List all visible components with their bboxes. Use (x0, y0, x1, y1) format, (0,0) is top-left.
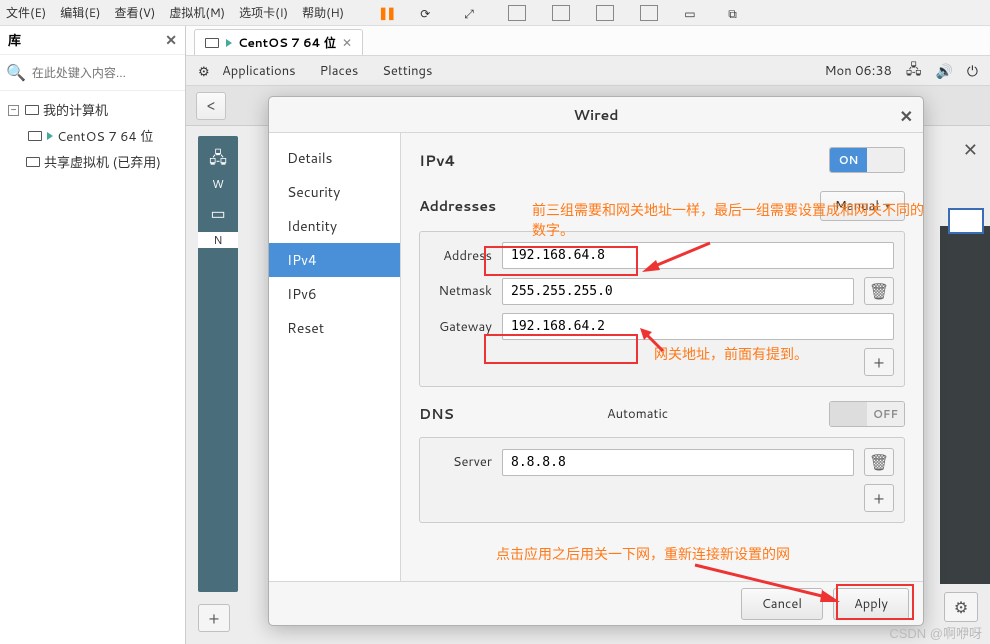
computer-icon (25, 105, 39, 115)
toolbar-icon[interactable]: ⧉ (728, 5, 746, 21)
ipv4-toggle[interactable]: ON (829, 147, 905, 173)
tree-shared[interactable]: 共享虚拟机 (已弃用) (4, 149, 181, 175)
gear-button[interactable]: ⚙ (944, 592, 978, 622)
selection-box (948, 208, 984, 234)
dns-server-input[interactable] (502, 449, 854, 476)
network-category[interactable]: 🖧 W ▭ N (198, 136, 238, 592)
sidebar-item-security[interactable]: Security (269, 175, 400, 209)
addresses-heading: Addresses (419, 196, 496, 216)
close-icon[interactable]: ✕ (165, 30, 177, 50)
ipv4-heading: IPv4 (419, 150, 456, 171)
add-dns-button[interactable]: + (864, 484, 894, 512)
menu-help[interactable]: 帮助(H) (302, 4, 344, 21)
shared-icon (26, 157, 40, 167)
host-menu-bar: 文件(E) 编辑(E) 查看(V) 虚拟机(M) 选项卡(I) 帮助(H) ❚❚… (0, 0, 990, 26)
sidebar-title: 库 (8, 30, 21, 50)
toolbar-icon[interactable] (596, 5, 614, 21)
tree-root[interactable]: − 我的计算机 (4, 97, 181, 123)
gateway-label: Gateway (430, 318, 492, 336)
address-mode-dropdown[interactable]: Manual (820, 191, 905, 221)
net-icon: ▭ (206, 202, 230, 222)
vm-tab-bar: CentOS 7 64 位 ✕ (186, 26, 990, 56)
server-label: Server (430, 453, 492, 471)
address-label: Address (430, 247, 492, 265)
settings-app-icon: ⚙ (198, 63, 214, 79)
sidebar-item-ipv6[interactable]: IPv6 (269, 277, 400, 311)
back-button[interactable]: < (196, 92, 226, 120)
dialog-footer: Cancel Apply (269, 581, 923, 625)
close-icon[interactable]: ✕ (963, 136, 978, 162)
vm-tab[interactable]: CentOS 7 64 位 ✕ (194, 29, 363, 55)
dialog-sidebar: Details Security Identity IPv4 IPv6 Rese… (269, 133, 401, 581)
menu-edit[interactable]: 编辑(E) (60, 4, 100, 21)
dialog-content: IPv4 ON Addresses Manual Address Netmask (401, 133, 923, 581)
search-input[interactable] (32, 64, 162, 81)
running-icon (226, 39, 232, 47)
add-address-button[interactable]: + (864, 348, 894, 376)
volume-icon[interactable]: 🔊 (935, 61, 952, 81)
dialog-titlebar: Wired ✕ (269, 97, 923, 133)
close-icon[interactable]: ✕ (342, 34, 352, 51)
toolbar-icon[interactable]: ⟳ (420, 5, 438, 21)
menu-view[interactable]: 查看(V) (114, 4, 155, 21)
toolbar-icon[interactable] (508, 5, 526, 21)
vm-icon (205, 38, 219, 48)
apply-button[interactable]: Apply (833, 588, 909, 620)
gnome-applications[interactable]: Applications (222, 62, 296, 80)
right-dark-panel (940, 226, 990, 584)
toolbar-icon[interactable]: ▭ (684, 5, 702, 21)
wired-dialog: Wired ✕ Details Security Identity IPv4 I… (268, 96, 924, 626)
wired-icon: 🖧 (206, 146, 230, 166)
sidebar-item-ipv4[interactable]: IPv4 (269, 243, 400, 277)
network-icon[interactable]: 🖧 (906, 59, 922, 83)
vm-tree: − 我的计算机 CentOS 7 64 位 共享虚拟机 (已弃用) (0, 91, 185, 181)
toolbar-icon[interactable] (552, 5, 570, 21)
delete-address-button[interactable]: 🗑 (864, 277, 894, 305)
clock[interactable]: Mon 06:38 (825, 62, 892, 80)
cancel-button[interactable]: Cancel (741, 588, 823, 620)
add-connection-button[interactable]: + (198, 604, 230, 632)
netmask-label: Netmask (430, 282, 492, 300)
vm-icon (28, 131, 42, 141)
sidebar-item-identity[interactable]: Identity (269, 209, 400, 243)
toolbar-icon[interactable]: ⤢ (464, 5, 482, 21)
dns-box: Server 🗑 + (419, 437, 905, 523)
gnome-top-bar: ⚙ Applications Places Settings Mon 06:38… (186, 56, 990, 86)
gateway-input[interactable] (502, 313, 894, 340)
tree-vm-item[interactable]: CentOS 7 64 位 (4, 123, 181, 149)
delete-dns-button[interactable]: 🗑 (864, 448, 894, 476)
pause-icon[interactable]: ❚❚ (378, 4, 394, 21)
watermark: CSDN @啊咿呀 (889, 623, 982, 642)
gnome-places[interactable]: Places (320, 62, 359, 80)
dns-auto-label: Automatic (607, 405, 668, 423)
dns-heading: DNS (419, 404, 454, 424)
netmask-input[interactable] (502, 278, 854, 305)
library-sidebar: 库 ✕ 🔍 − 我的计算机 CentOS 7 64 位 共享虚拟机 (已弃用) (0, 26, 186, 644)
gnome-settings[interactable]: Settings (382, 62, 432, 80)
dns-auto-toggle[interactable]: OFF (829, 401, 905, 427)
toolbar-icon[interactable] (640, 5, 658, 21)
menu-vm[interactable]: 虚拟机(M) (169, 4, 225, 21)
menu-file[interactable]: 文件(E) (6, 4, 46, 21)
power-icon[interactable]: ⏻ (967, 61, 978, 81)
sidebar-item-reset[interactable]: Reset (269, 311, 400, 345)
running-icon (47, 132, 53, 140)
close-icon[interactable]: ✕ (900, 105, 913, 128)
address-input[interactable] (502, 242, 894, 269)
sidebar-item-details[interactable]: Details (269, 141, 400, 175)
menu-tabs[interactable]: 选项卡(I) (239, 4, 288, 21)
addresses-box: Address Netmask 🗑 Gateway + (419, 231, 905, 387)
search-icon: 🔍 (6, 61, 26, 84)
